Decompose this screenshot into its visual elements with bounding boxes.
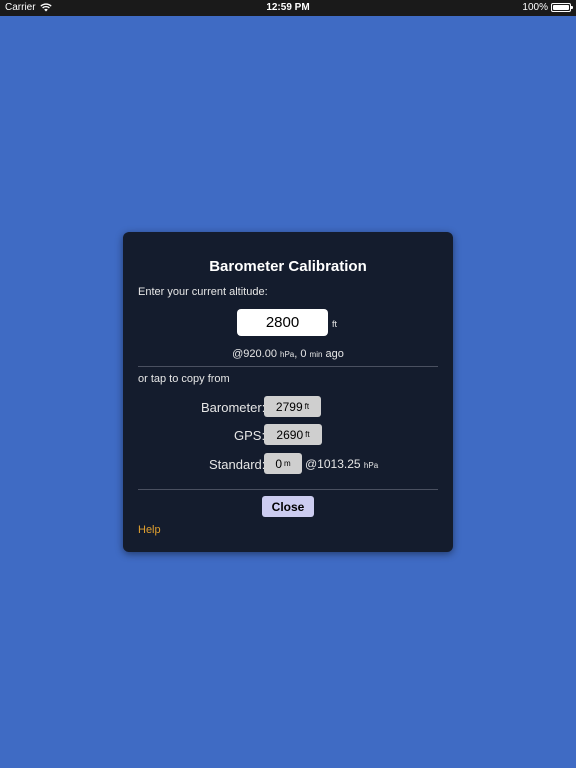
standard-pressure-unit: hPa xyxy=(363,461,379,470)
pressure-unit: hPa xyxy=(280,350,295,359)
help-link[interactable]: Help xyxy=(138,524,161,536)
barometer-unit: ft xyxy=(304,402,310,411)
divider-bottom xyxy=(138,489,438,490)
barometer-calibration-dialog: Barometer Calibration Enter your current… xyxy=(123,232,453,552)
status-time: 12:59 PM xyxy=(266,2,310,13)
ago-label: ago xyxy=(325,348,344,360)
battery-icon xyxy=(551,3,573,12)
minutes-unit: min xyxy=(309,350,323,359)
barometer-copy-button[interactable]: 2799 ft xyxy=(264,396,321,417)
altitude-input[interactable] xyxy=(237,309,328,336)
standard-unit: m xyxy=(284,459,291,468)
altitude-unit: ft xyxy=(332,319,338,329)
standard-label: Standard: xyxy=(209,457,266,472)
standard-value: 0 xyxy=(275,456,282,471)
gps-copy-button[interactable]: 2690 ft xyxy=(264,424,322,445)
close-button[interactable]: Close xyxy=(262,496,314,517)
divider-top xyxy=(138,366,438,367)
gps-unit: ft xyxy=(305,430,310,439)
gps-label: GPS: xyxy=(234,428,266,443)
status-bar: Carrier 12:59 PM 100% xyxy=(0,0,576,16)
pressure-reading: @920.00 hPa, 0 min ago xyxy=(123,348,453,360)
minutes-value: 0 xyxy=(300,348,307,360)
standard-pressure-value: @1013.25 xyxy=(305,457,361,471)
copy-from-label: or tap to copy from xyxy=(138,373,230,385)
battery-percent: 100% xyxy=(522,2,548,13)
barometer-value: 2799 xyxy=(275,399,303,414)
gps-value: 2690 xyxy=(276,427,304,442)
barometer-label: Barometer: xyxy=(201,400,266,415)
pressure-separator: , xyxy=(294,348,298,360)
status-right: 100% xyxy=(522,2,573,13)
standard-pressure: @1013.25 hPa xyxy=(305,457,378,471)
standard-copy-button[interactable]: 0 m xyxy=(264,453,302,474)
dialog-title: Barometer Calibration xyxy=(209,258,367,275)
altitude-prompt: Enter your current altitude: xyxy=(138,286,268,298)
pressure-value: @920.00 xyxy=(232,348,277,360)
